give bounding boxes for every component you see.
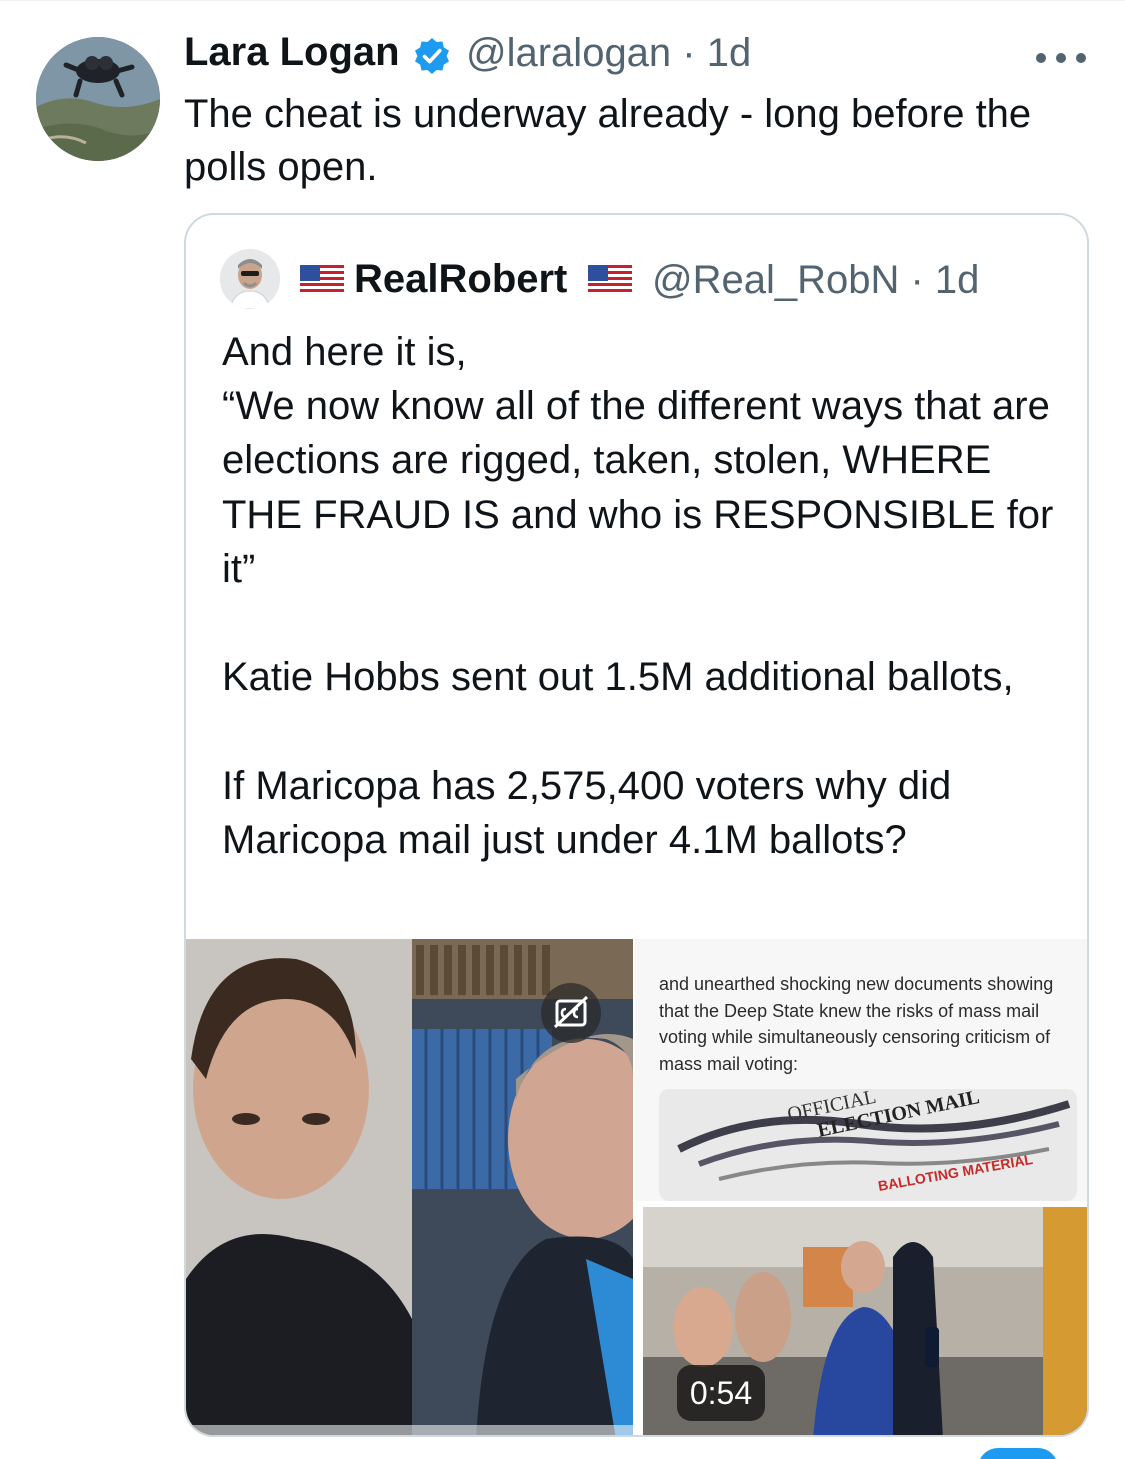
quoted-author-name[interactable]: RealRobert <box>354 257 567 302</box>
top-divider <box>0 0 1125 1</box>
document-screenshot[interactable]: and unearthed shocking new documents sho… <box>633 939 1087 1201</box>
us-flag-icon <box>588 265 632 295</box>
us-flag-icon <box>300 265 344 295</box>
election-mail-envelope-image: OFFICIAL ELECTION MAIL BALLOTING MATERIA… <box>659 1086 1077 1201</box>
avatar-skydiver-image <box>36 37 160 161</box>
quoted-author-avatar[interactable] <box>220 249 280 309</box>
verified-badge-icon[interactable] <box>412 36 452 76</box>
video-thumbnail-left[interactable] <box>186 939 633 1435</box>
quoted-tweet-card[interactable]: RealRobert @Real_RobN · 1d And here it i… <box>184 213 1089 1437</box>
video-duration-badge: 0:54 <box>677 1365 765 1421</box>
author-avatar[interactable] <box>36 37 160 161</box>
author-handle-timestamp[interactable]: @laralogan · 1d <box>466 31 751 76</box>
more-options-icon[interactable] <box>1036 48 1086 68</box>
quoted-tweet-text: And here it is, “We now know all of the … <box>222 330 1054 862</box>
compose-button-peek[interactable] <box>978 1448 1058 1459</box>
closed-captions-icon[interactable] <box>541 983 601 1043</box>
quoted-author-handle-timestamp[interactable]: @Real_RobN · 1d <box>652 258 979 303</box>
avatar-portrait-image <box>220 249 280 309</box>
tweet-detail-screen: Lara Logan @laralogan · 1d The cheat is … <box>0 0 1125 1459</box>
tweet-text: The cheat is underway already - long bef… <box>184 92 1032 189</box>
author-name[interactable]: Lara Logan <box>184 30 400 75</box>
document-body-text: and unearthed shocking new documents sho… <box>659 974 1054 1074</box>
